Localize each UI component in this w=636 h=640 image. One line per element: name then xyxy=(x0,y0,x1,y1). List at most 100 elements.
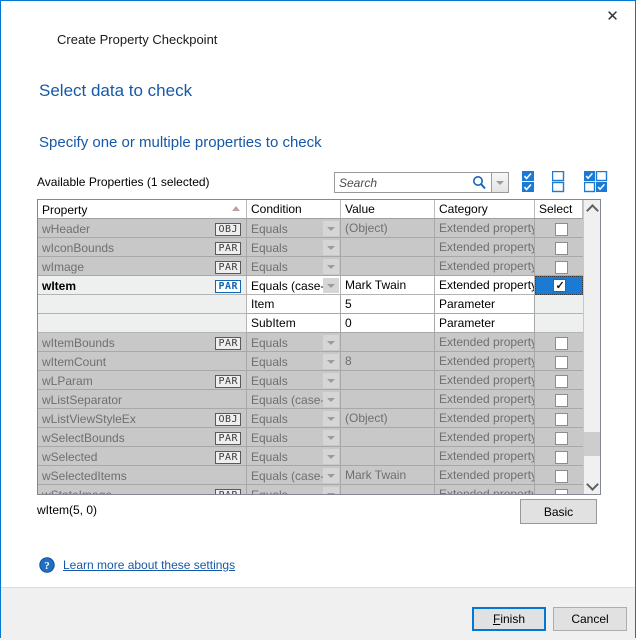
cell-select[interactable] xyxy=(535,295,583,314)
cell-condition[interactable]: Equals (case-se xyxy=(247,466,341,485)
cancel-button[interactable]: Cancel xyxy=(553,607,627,631)
cell-select[interactable] xyxy=(535,238,583,257)
cell-value[interactable]: 5 xyxy=(341,295,435,314)
cell-value[interactable] xyxy=(341,257,435,276)
cell-condition[interactable]: Equals xyxy=(247,447,341,466)
deselect-all-icon[interactable] xyxy=(552,171,566,193)
row-select-checkbox[interactable] xyxy=(554,374,568,388)
search-box[interactable] xyxy=(334,172,492,193)
column-header-condition[interactable]: Condition xyxy=(247,200,341,218)
row-select-checkbox[interactable] xyxy=(554,393,568,407)
table-row[interactable]: Item 5 Parameter xyxy=(38,295,600,314)
condition-dropdown-button[interactable] xyxy=(323,278,339,293)
cell-select[interactable] xyxy=(535,257,583,276)
row-select-checkbox[interactable] xyxy=(554,469,568,483)
row-select-checkbox[interactable] xyxy=(554,412,568,426)
invert-selection-icon[interactable] xyxy=(584,171,608,193)
cell-value[interactable] xyxy=(341,390,435,409)
search-input[interactable] xyxy=(339,175,467,190)
cell-condition[interactable]: Equals xyxy=(247,219,341,238)
cell-value[interactable] xyxy=(341,447,435,466)
condition-dropdown-button[interactable] xyxy=(323,335,339,350)
cell-value[interactable] xyxy=(341,428,435,447)
row-select-checkbox[interactable]: ✓ xyxy=(552,279,566,292)
cell-condition[interactable]: Equals xyxy=(247,257,341,276)
table-row[interactable]: wSelected PAR Equals Extended property xyxy=(38,447,600,466)
row-select-checkbox[interactable] xyxy=(554,488,568,494)
condition-dropdown-button[interactable] xyxy=(323,430,339,445)
table-row[interactable]: wImage PAR Equals Extended property xyxy=(38,257,600,276)
condition-dropdown-button[interactable] xyxy=(323,487,339,494)
condition-dropdown-button[interactable] xyxy=(323,259,339,274)
cell-select[interactable] xyxy=(535,219,583,238)
cell-condition[interactable]: Equals xyxy=(247,371,341,390)
search-icon[interactable] xyxy=(472,175,487,190)
table-row[interactable]: wLParam PAR Equals Extended property xyxy=(38,371,600,390)
cell-condition[interactable]: Equals (case-se xyxy=(247,276,341,295)
row-select-checkbox[interactable] xyxy=(554,241,568,255)
column-header-value[interactable]: Value xyxy=(341,200,435,218)
cell-value[interactable]: 0 xyxy=(341,314,435,333)
cell-condition[interactable]: Equals xyxy=(247,238,341,257)
cell-condition[interactable]: Item xyxy=(247,295,341,314)
row-select-checkbox[interactable] xyxy=(554,260,568,274)
condition-dropdown-button[interactable] xyxy=(323,468,339,483)
cell-select[interactable] xyxy=(535,390,583,409)
scrollbar-thumb[interactable] xyxy=(584,432,600,456)
condition-dropdown-button[interactable] xyxy=(323,354,339,369)
table-row[interactable]: wItemCount Equals 8 Extended property xyxy=(38,352,600,371)
column-header-select[interactable]: Select xyxy=(535,200,583,218)
cell-condition[interactable]: Equals xyxy=(247,333,341,352)
scroll-up-button[interactable] xyxy=(584,200,600,217)
table-row[interactable]: wStateImage PAR Equals Extended property xyxy=(38,485,600,494)
condition-dropdown-button[interactable] xyxy=(323,373,339,388)
cell-condition[interactable]: Equals xyxy=(247,352,341,371)
condition-dropdown-button[interactable] xyxy=(323,449,339,464)
cell-select[interactable] xyxy=(535,466,583,485)
cell-select[interactable] xyxy=(535,485,583,494)
scroll-down-button[interactable] xyxy=(584,477,600,494)
cell-condition[interactable]: Equals xyxy=(247,409,341,428)
condition-dropdown-button[interactable] xyxy=(323,240,339,255)
row-select-checkbox[interactable] xyxy=(554,336,568,350)
column-header-category[interactable]: Category xyxy=(435,200,535,218)
cell-value[interactable] xyxy=(341,333,435,352)
condition-dropdown-button[interactable] xyxy=(323,411,339,426)
row-select-checkbox[interactable] xyxy=(554,355,568,369)
finish-button[interactable]: Finish xyxy=(472,607,546,631)
condition-dropdown-button[interactable] xyxy=(323,221,339,236)
cell-value[interactable] xyxy=(341,371,435,390)
learn-more-link[interactable]: Learn more about these settings xyxy=(63,558,235,572)
table-row[interactable]: wItemBounds PAR Equals Extended property xyxy=(38,333,600,352)
table-row[interactable]: wSelectedItems Equals (case-se Mark TwainE… xyxy=(38,466,600,485)
cell-value[interactable]: (Object) xyxy=(341,219,435,238)
cell-select[interactable] xyxy=(535,371,583,390)
table-row[interactable]: SubItem 0 Parameter xyxy=(38,314,600,333)
cell-select[interactable] xyxy=(535,333,583,352)
cell-value[interactable]: 8 xyxy=(341,352,435,371)
properties-grid[interactable]: Property Condition Value Category Select… xyxy=(37,199,601,495)
cell-select[interactable] xyxy=(535,314,583,333)
table-row[interactable]: wItem PAR Equals (case-se Mark TwainExtende… xyxy=(38,276,600,295)
table-row[interactable]: wHeader OBJ Equals (Object) Extended propert… xyxy=(38,219,600,238)
basic-button[interactable]: Basic xyxy=(520,499,597,524)
cell-condition[interactable]: Equals (case-se xyxy=(247,390,341,409)
cell-value[interactable]: (Object) xyxy=(341,409,435,428)
cell-select[interactable] xyxy=(535,352,583,371)
table-row[interactable]: wListSeparator Equals (case-se Extended pr… xyxy=(38,390,600,409)
grid-vertical-scrollbar[interactable] xyxy=(583,200,600,494)
condition-dropdown-button[interactable] xyxy=(323,392,339,407)
table-row[interactable]: wListViewStyleEx OBJ Equals (Object) Extende… xyxy=(38,409,600,428)
column-header-property[interactable]: Property xyxy=(38,200,247,218)
cell-select[interactable]: ✓ xyxy=(535,276,583,295)
row-select-checkbox[interactable] xyxy=(554,431,568,445)
cell-condition[interactable]: SubItem xyxy=(247,314,341,333)
search-options-dropdown[interactable] xyxy=(492,172,509,193)
cell-value[interactable]: Mark Twain xyxy=(341,276,435,295)
table-row[interactable]: wSelectBounds PAR Equals Extended property xyxy=(38,428,600,447)
select-all-icon[interactable] xyxy=(522,171,536,193)
table-row[interactable]: wIconBounds PAR Equals Extended property xyxy=(38,238,600,257)
cell-value[interactable] xyxy=(341,238,435,257)
cell-condition[interactable]: Equals xyxy=(247,485,341,494)
cell-select[interactable] xyxy=(535,447,583,466)
